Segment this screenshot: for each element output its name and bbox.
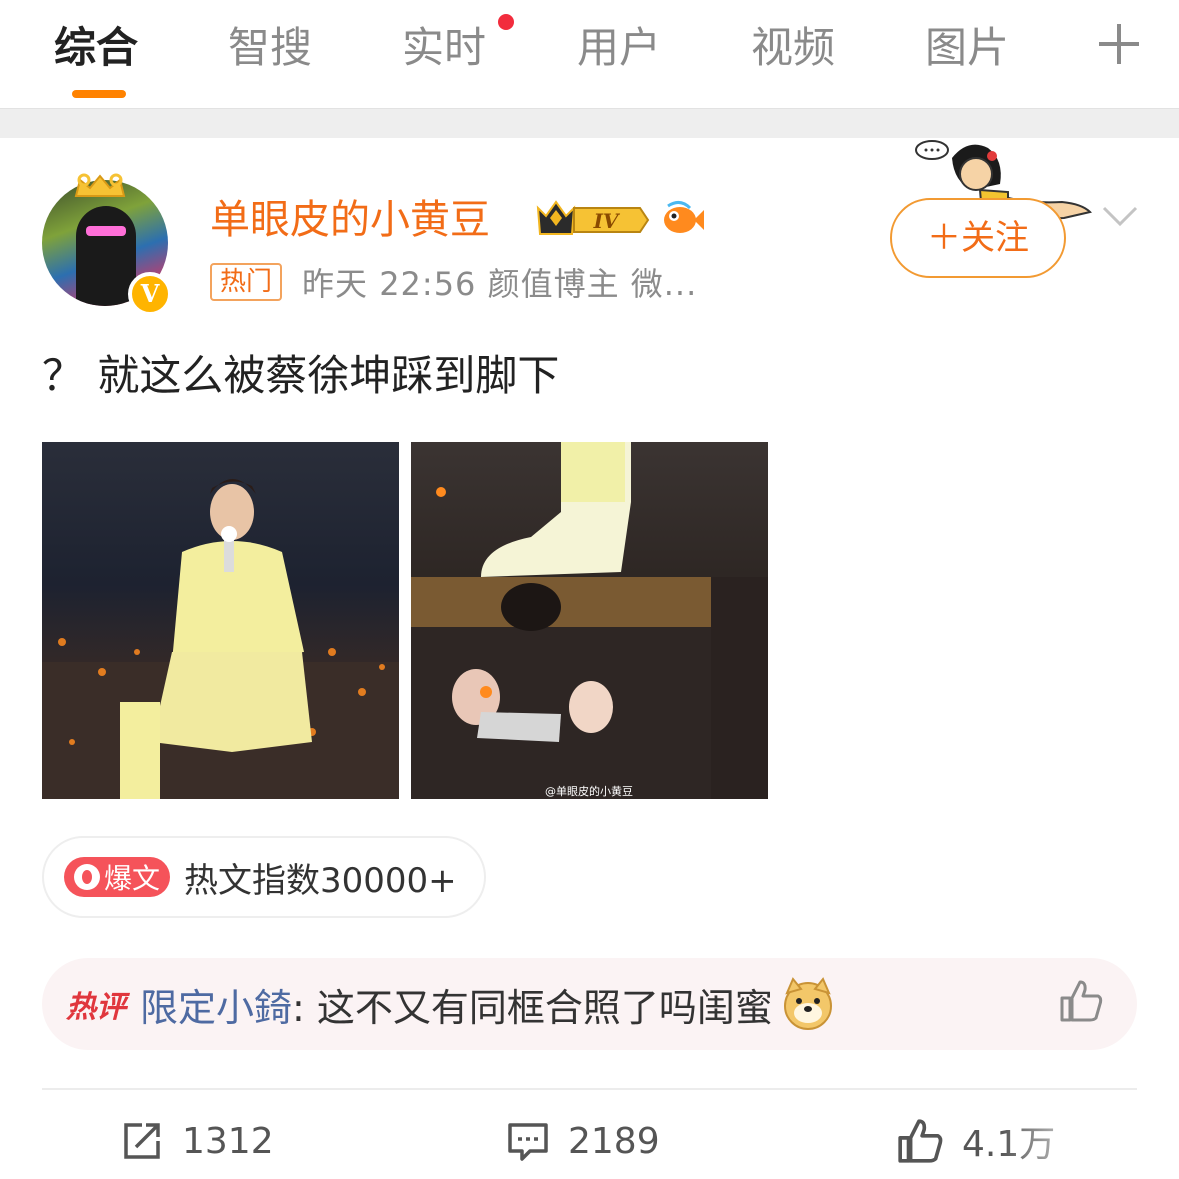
hot-index-pill[interactable]: 爆文 热文指数30000+ — [42, 836, 486, 918]
hot-tag: 热门 — [210, 263, 283, 301]
comment-like-icon[interactable] — [1058, 978, 1104, 1024]
flame-icon — [74, 864, 100, 890]
section-divider — [0, 108, 1179, 138]
realtime-notification-dot — [498, 14, 514, 30]
boom-label: 爆文 — [104, 862, 161, 895]
tab-images[interactable]: 图片 — [925, 20, 1009, 76]
repost-icon — [124, 1123, 160, 1159]
repost-count: 1312 — [182, 1120, 274, 1162]
action-bar-fade — [1000, 1110, 1179, 1179]
post-meta: 热门 昨天 22:56 颜值博主 微... — [210, 262, 698, 303]
image-watermark: @单眼皮的小黄豆 — [545, 785, 633, 798]
active-tab-indicator — [72, 90, 126, 98]
boom-badge: 爆文 — [64, 857, 171, 897]
avatar-crown-icon — [74, 173, 126, 197]
comment-button[interactable]: 2189 — [506, 1116, 660, 1166]
svg-text:IV: IV — [593, 209, 621, 233]
tab-realtime[interactable]: 实时 — [402, 20, 486, 76]
post-image-1[interactable] — [42, 442, 399, 799]
add-tab-icon[interactable] — [1095, 20, 1143, 68]
tab-video[interactable]: 视频 — [751, 20, 835, 76]
like-icon — [898, 1119, 943, 1163]
post-time-source: 昨天 22:56 颜值博主 微... — [302, 265, 698, 303]
concert-photo-1 — [42, 479, 399, 799]
comment-count: 2189 — [568, 1120, 660, 1162]
verified-icon: V — [128, 272, 172, 316]
hot-index-text: 热文指数30000+ — [184, 860, 457, 901]
search-tab-bar: 综合 智搜 实时 用户 视频 图片 — [0, 0, 1179, 108]
repost-button[interactable]: 1312 — [120, 1116, 274, 1166]
tab-comprehensive[interactable]: 综合 — [54, 20, 138, 76]
tab-smart-search[interactable]: 智搜 — [228, 20, 312, 76]
post-image-2[interactable]: @单眼皮的小黄豆 — [411, 442, 768, 799]
hot-comment[interactable]: 热评 限定小錡 : 这不又有同框合照了吗闺蜜 — [42, 958, 1137, 1050]
action-bar-divider — [42, 1088, 1137, 1090]
comment-icon — [508, 1123, 548, 1161]
doge-icon — [783, 977, 832, 1030]
concert-photo-2 — [411, 442, 768, 799]
follow-button[interactable]: ＋关注 — [890, 198, 1066, 278]
post-content[interactable]: ？ 就这么被蔡徐坤踩到脚下 — [42, 348, 559, 404]
crown-level-badge-icon: IV — [536, 200, 650, 235]
hot-comment-label: 热评 — [66, 990, 126, 1025]
username[interactable]: 单眼皮的小黄豆 — [210, 192, 490, 248]
fish-badge-icon — [664, 201, 704, 233]
comment-text: : 这不又有同框合照了吗闺蜜 — [292, 985, 773, 1030]
chevron-down-icon[interactable] — [1102, 198, 1138, 234]
comment-username[interactable]: 限定小錡 — [140, 977, 292, 1032]
tab-users[interactable]: 用户 — [577, 20, 661, 76]
